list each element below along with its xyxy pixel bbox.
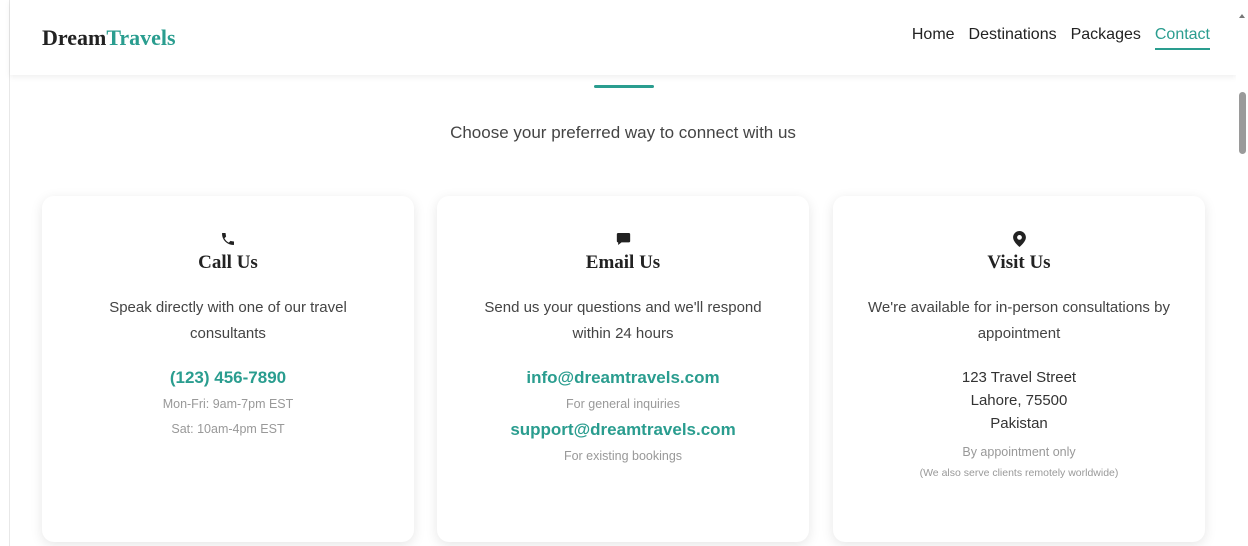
logo-text-dream: Dream	[42, 24, 107, 50]
call-card: Call Us Speak directly with one of our t…	[42, 196, 414, 542]
scrollbar-thumb[interactable]	[1239, 92, 1246, 154]
address-city: Lahore, 75500	[970, 392, 1068, 409]
main-nav: Home Destinations Packages Contact	[912, 26, 1210, 50]
section-subtitle: Choose your preferred way to connect wit…	[450, 123, 796, 142]
email-card-description: Send us your questions and we'll respond…	[484, 299, 762, 342]
map-marker-icon	[833, 228, 1205, 250]
call-card-title: Call Us	[198, 252, 258, 273]
nav-home[interactable]: Home	[912, 26, 955, 50]
address-country: Pakistan	[990, 415, 1048, 432]
support-email-note: For existing bookings	[563, 449, 683, 463]
phone-number-link[interactable]: (123) 456-7890	[42, 368, 414, 388]
email-card: Email Us Send us your questions and we'l…	[437, 196, 809, 542]
logo-text-travels: Travels	[106, 24, 176, 50]
call-card-description: Speak directly with one of our travel co…	[109, 299, 347, 342]
scroll-up-arrow-icon[interactable]	[1239, 14, 1245, 18]
general-email-link[interactable]: info@dreamtravels.com	[437, 368, 809, 388]
visit-card: Visit Us We're available for in-person c…	[833, 196, 1205, 542]
saturday-hours: Sat: 10am-4pm EST	[171, 422, 285, 436]
chat-icon	[437, 228, 809, 250]
visit-card-description: We're available for in-person consultati…	[868, 299, 1170, 342]
address-street: 123 Travel Street	[961, 369, 1077, 386]
nav-destinations[interactable]: Destinations	[969, 26, 1057, 50]
visit-card-title: Visit Us	[987, 252, 1051, 273]
nav-contact[interactable]: Contact	[1154, 26, 1210, 50]
address: 123 Travel Street Lahore, 75500 Pakistan	[833, 366, 1205, 435]
weekday-hours: Mon-Fri: 9am-7pm EST	[162, 397, 294, 411]
remote-service-note: (We also serve clients remotely worldwid…	[919, 467, 1119, 479]
email-card-title: Email Us	[585, 252, 661, 273]
logo[interactable]: DreamTravels	[42, 25, 176, 51]
nav-packages[interactable]: Packages	[1071, 26, 1141, 50]
left-window-edge	[0, 0, 10, 546]
page-scrollbar[interactable]	[1236, 0, 1248, 546]
support-email-link[interactable]: support@dreamtravels.com	[437, 420, 809, 440]
section-divider	[594, 85, 654, 88]
appointment-note: By appointment only	[962, 445, 1076, 459]
general-email-note: For general inquiries	[566, 397, 680, 411]
phone-icon	[42, 228, 414, 250]
navbar: DreamTravels Home Destinations Packages …	[10, 0, 1236, 75]
